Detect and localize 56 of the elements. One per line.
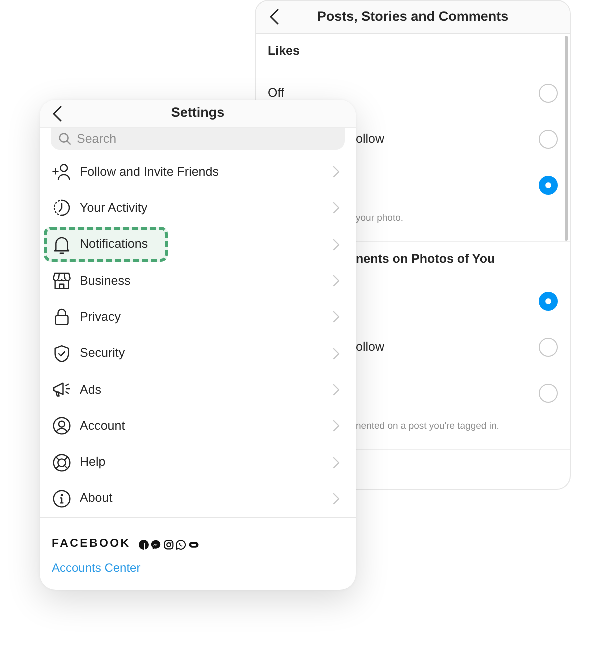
screen-title: Settings xyxy=(171,104,225,122)
back-chevron-icon[interactable] xyxy=(52,106,62,122)
bell-icon xyxy=(52,234,72,255)
phone-bubble-icon xyxy=(176,540,186,550)
clock-icon xyxy=(52,198,72,218)
radio-button[interactable] xyxy=(539,84,558,102)
menu-item[interactable]: Follow and Invite Friends xyxy=(40,154,356,190)
chevron-right-icon xyxy=(333,202,340,214)
chevron-right-icon xyxy=(333,166,340,178)
pill-icon xyxy=(188,540,199,550)
info-icon xyxy=(52,488,72,509)
camera-icon xyxy=(164,540,174,550)
chevron-right-icon xyxy=(333,492,340,505)
menu-item[interactable]: Your Activity xyxy=(40,190,356,227)
storefront-icon xyxy=(52,271,72,292)
menu-item[interactable]: Notifications xyxy=(40,226,356,263)
section-heading: Likes xyxy=(268,43,300,60)
search-icon xyxy=(59,133,71,145)
menu-item[interactable]: Security xyxy=(40,335,356,372)
menu-item[interactable]: Privacy xyxy=(40,299,356,336)
radio-button[interactable] xyxy=(539,130,558,148)
lifebuoy-icon xyxy=(52,452,72,473)
menu-item[interactable]: Account xyxy=(40,408,356,444)
scrollbar[interactable] xyxy=(565,36,568,241)
chevron-right-icon xyxy=(333,384,340,396)
caption-text: nented on a post you're tagged in. xyxy=(356,420,500,434)
person-circle-icon xyxy=(52,416,72,436)
lock-icon xyxy=(52,307,72,328)
menu-item[interactable]: Help xyxy=(40,444,356,481)
round-logo-icon xyxy=(138,540,149,550)
person-plus-icon xyxy=(52,162,72,182)
caption-text: your photo. xyxy=(356,212,404,226)
chevron-right-icon xyxy=(333,348,340,360)
option-label: Off xyxy=(268,86,284,100)
option-label: ollow xyxy=(356,340,384,354)
megaphone-icon xyxy=(52,380,72,400)
radio-button[interactable] xyxy=(539,176,558,194)
chevron-right-icon xyxy=(333,456,340,469)
radio-button[interactable] xyxy=(539,292,558,310)
chevron-right-icon xyxy=(333,420,340,432)
screen-title: Posts, Stories and Comments xyxy=(317,8,509,26)
brand-wordmark: FACEBOOK xyxy=(52,537,131,552)
section-heading: nents on Photos of You xyxy=(356,251,496,268)
chevron-right-icon xyxy=(333,238,340,251)
menu-item[interactable]: Business xyxy=(40,262,356,300)
chevron-right-icon xyxy=(333,311,340,324)
chevron-right-icon xyxy=(333,275,340,288)
shield-check-icon xyxy=(52,344,72,364)
radio-button[interactable] xyxy=(539,384,558,402)
option-label: ollow xyxy=(356,132,384,146)
menu-item[interactable]: About xyxy=(40,480,356,517)
search-field[interactable]: Search xyxy=(51,128,345,150)
chat-bubble-icon xyxy=(151,540,162,550)
back-chevron-icon[interactable] xyxy=(270,9,278,25)
radio-button[interactable] xyxy=(539,338,558,356)
menu-item[interactable]: Ads xyxy=(40,372,356,408)
